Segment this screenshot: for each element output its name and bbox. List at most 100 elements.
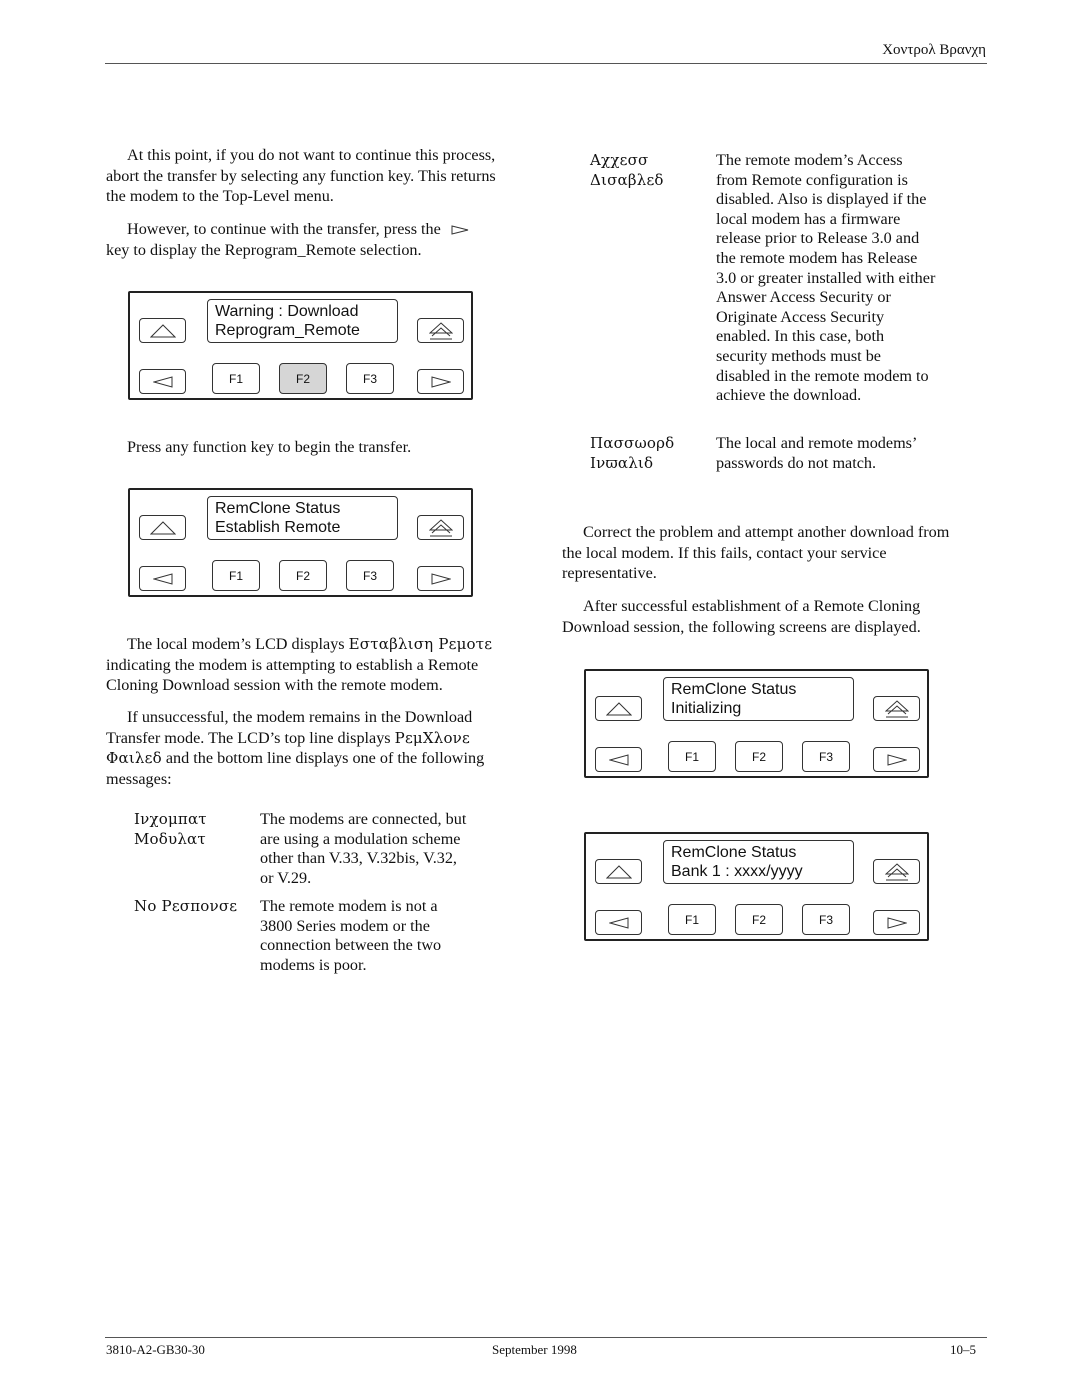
lcd-display: RemClone Status Bank 1 : xxxx/yyyy xyxy=(663,840,854,884)
f1-key[interactable]: F1 xyxy=(212,560,260,591)
message-item: Πασσωορδ Ινϖαλιδ The local and remote mo… xyxy=(590,434,950,504)
paragraph-text: key to display the Reprogram_Remote sele… xyxy=(106,240,422,259)
up-arrow-key[interactable] xyxy=(139,515,186,540)
paragraph-text: At this point, if you do not want to con… xyxy=(106,146,496,205)
right-arrow-icon xyxy=(887,916,907,929)
footer-rule xyxy=(105,1337,987,1338)
paragraph-text: However, to continue with the transfer, … xyxy=(127,220,441,238)
paragraph-abort: At this point, if you do not want to con… xyxy=(106,145,506,207)
right-arrow-key-icon xyxy=(451,225,468,235)
f2-key[interactable]: F2 xyxy=(279,560,327,591)
up-arrow-icon xyxy=(149,520,176,534)
top-level-key[interactable] xyxy=(417,515,464,540)
lcd-line-1: RemClone Status xyxy=(671,844,797,861)
f2-key[interactable]: F2 xyxy=(279,363,327,394)
message-term: Νο Ρεσπονσε xyxy=(134,897,264,917)
term-line: Δισαβλεδ xyxy=(590,170,664,189)
footer-date: September 1998 xyxy=(492,1342,577,1357)
f3-key[interactable]: F3 xyxy=(346,560,394,591)
footer-page-number: 10–5 xyxy=(950,1342,976,1357)
lcd-line-1: RemClone Status xyxy=(671,681,797,698)
term-line: Μοδυλατ xyxy=(134,829,206,848)
message-description: The modems are connected, but are using … xyxy=(260,810,467,887)
top-level-key[interactable] xyxy=(873,859,920,884)
running-header: Χοντρολ Βρανχη xyxy=(882,42,986,58)
message-description: The local and remote modems’ passwords d… xyxy=(716,434,917,472)
message-description: The remote modem is not a 3800 Series mo… xyxy=(260,897,442,974)
left-arrow-icon xyxy=(152,375,172,388)
lcd-line-1: RemClone Status xyxy=(215,500,341,517)
right-arrow-icon xyxy=(431,572,451,585)
lcd-line-2: Bank 1 : xxxx/yyyy xyxy=(671,863,803,880)
top-level-double-arrow-icon xyxy=(884,862,909,880)
left-arrow-key[interactable] xyxy=(139,369,186,394)
paragraph-text: After successful establishment of a Remo… xyxy=(562,597,921,636)
paragraph-correct-problem: Correct the problem and attempt another … xyxy=(562,522,962,584)
left-arrow-icon xyxy=(152,572,172,585)
top-level-key[interactable] xyxy=(417,318,464,343)
f2-key[interactable]: F2 xyxy=(735,904,783,935)
lcd-message-symbol: Εσταβλιση Ρεμοτε xyxy=(348,635,493,653)
message-item: Νο Ρεσπονσε The remote modem is not a 38… xyxy=(134,897,474,977)
paragraph-text: Correct the problem and attempt another … xyxy=(562,523,950,582)
top-level-double-arrow-icon xyxy=(884,699,909,717)
top-level-double-arrow-icon xyxy=(428,518,453,536)
left-arrow-key[interactable] xyxy=(139,566,186,591)
lcd-line-2: Establish Remote xyxy=(215,519,341,536)
f1-key[interactable]: F1 xyxy=(668,741,716,772)
right-arrow-key[interactable] xyxy=(417,566,464,591)
lcd-display: RemClone Status Establish Remote xyxy=(207,496,398,540)
paragraph-unsuccessful: If unsuccessful, the modem remains in th… xyxy=(106,707,516,789)
right-arrow-key[interactable] xyxy=(417,369,464,394)
paragraph-continue: However, to continue with the transfer, … xyxy=(106,219,506,260)
left-arrow-icon xyxy=(608,916,628,929)
paragraph-after-success: After successful establishment of a Remo… xyxy=(562,596,962,637)
lcd-display: RemClone Status Initializing xyxy=(663,677,854,721)
header-rule xyxy=(105,63,987,64)
paragraph-text: The local modem’s LCD displays xyxy=(127,635,349,653)
left-arrow-key[interactable] xyxy=(595,747,642,772)
f3-key[interactable]: F3 xyxy=(802,904,850,935)
f2-key[interactable]: F2 xyxy=(735,741,783,772)
term-line: Πασσωορδ xyxy=(590,434,675,452)
f3-key[interactable]: F3 xyxy=(346,363,394,394)
up-arrow-key[interactable] xyxy=(595,696,642,721)
message-item: Αχχεσσ Δισαβλεδ The remote modem’s Acces… xyxy=(590,151,950,431)
message-term: Αχχεσσ Δισαβλεδ xyxy=(590,151,720,190)
term-line: Ινϖαλιδ xyxy=(590,453,654,472)
footer-doc-number: 3810-A2-GB30-30 xyxy=(106,1342,205,1357)
up-arrow-icon xyxy=(149,323,176,337)
paragraph-text: and the bottom line displays one of the … xyxy=(106,749,485,788)
term-line: Νο Ρεσπονσε xyxy=(134,897,238,915)
front-panel-bank-status: RemClone Status Bank 1 : xxxx/yyyy F1 F2… xyxy=(584,832,929,941)
front-panel-establish-remote: RemClone Status Establish Remote F1 F2 F… xyxy=(128,488,473,597)
lcd-line-2: Initializing xyxy=(671,700,742,717)
up-arrow-icon xyxy=(605,864,632,878)
top-level-double-arrow-icon xyxy=(428,321,453,339)
front-panel-warning-download: Warning : Download Reprogram_Remote F1 F… xyxy=(128,291,473,400)
lcd-line-1: Warning : Download xyxy=(215,303,359,320)
paragraph-press-function-key: Press any function key to begin the tran… xyxy=(127,438,412,456)
lcd-display: Warning : Download Reprogram_Remote xyxy=(207,299,398,343)
term-line: Ινχομπατ xyxy=(134,810,207,828)
right-arrow-key[interactable] xyxy=(873,747,920,772)
up-arrow-key[interactable] xyxy=(595,859,642,884)
message-term: Ινχομπατ Μοδυλατ xyxy=(134,810,264,849)
message-description: The remote modem’s Access from Remote co… xyxy=(716,151,936,405)
message-item: Ινχομπατ Μοδυλατ The modems are connecte… xyxy=(134,810,474,890)
front-panel-initializing: RemClone Status Initializing F1 F2 F3 xyxy=(584,669,929,778)
message-term: Πασσωορδ Ινϖαλιδ xyxy=(590,434,720,473)
left-arrow-key[interactable] xyxy=(595,910,642,935)
paragraph-text: indicating the modem is attempting to es… xyxy=(106,655,479,695)
up-arrow-key[interactable] xyxy=(139,318,186,343)
f1-key[interactable]: F1 xyxy=(212,363,260,394)
lcd-line-2: Reprogram_Remote xyxy=(215,322,360,339)
right-arrow-key[interactable] xyxy=(873,910,920,935)
left-arrow-icon xyxy=(608,753,628,766)
paragraph-lcd-establish: The local modem’s LCD displays Εσταβλιση… xyxy=(106,634,516,696)
right-arrow-icon xyxy=(887,753,907,766)
top-level-key[interactable] xyxy=(873,696,920,721)
f1-key[interactable]: F1 xyxy=(668,904,716,935)
term-line: Αχχεσσ xyxy=(590,151,649,169)
f3-key[interactable]: F3 xyxy=(802,741,850,772)
